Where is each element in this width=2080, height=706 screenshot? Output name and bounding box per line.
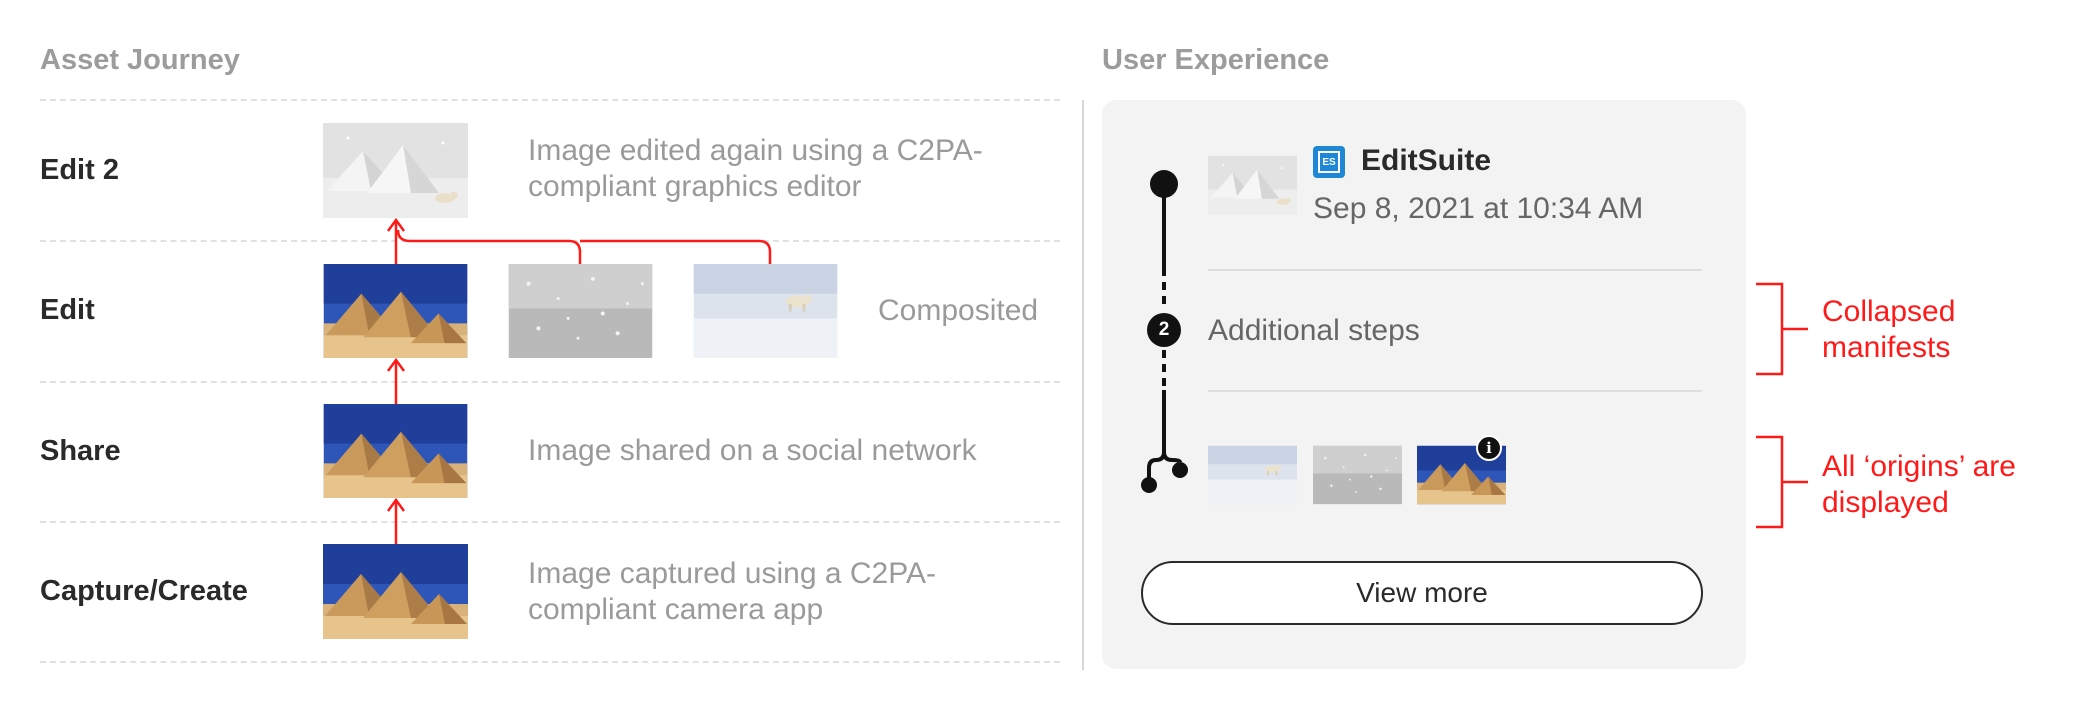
annotation-brackets — [1756, 282, 1808, 529]
figure: Asset Journey User Experience Edit 2 Edi… — [0, 0, 2080, 706]
collapsed-manifests-annotation: Collapsed manifests — [1822, 295, 1956, 364]
origins-annotation: All ‘origins’ are displayed — [1822, 450, 2016, 519]
